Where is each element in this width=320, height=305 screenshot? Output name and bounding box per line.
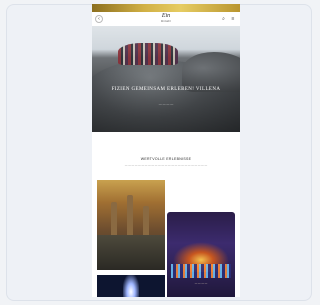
hero-image: FIZIEN GEMEINSAM ERLEBEN! VILLENA — — — … xyxy=(92,26,240,132)
site-logo[interactable]: Ein ROAD xyxy=(152,13,180,25)
menu-icon[interactable]: ≡ xyxy=(229,15,237,23)
section-title: WERTVOLLE ERLEBNISSE xyxy=(140,157,192,161)
hero-shade xyxy=(92,26,240,132)
gallery-photo-spotlight[interactable] xyxy=(97,275,165,297)
logo-subtext: ROAD xyxy=(161,19,171,23)
section-body: — — — — — — — — — — — — — — — — — — — — … xyxy=(124,164,208,167)
gallery-photo-castle[interactable] xyxy=(97,180,165,270)
photo-caption: — — — — xyxy=(194,282,208,285)
stage-spotlight xyxy=(123,275,139,297)
chevron-left-icon[interactable]: ‹ xyxy=(95,15,103,23)
hero-subtitle: — — — — xyxy=(158,102,174,106)
hero-title: FIZIEN GEMEINSAM ERLEBEN! VILLENA xyxy=(111,87,221,92)
castle-ridge xyxy=(97,235,165,270)
web-page: ‹ Ein ROAD ⌕ ≡ FIZIEN GEMEINSAM ERLEBEN!… xyxy=(92,4,240,297)
search-icon[interactable]: ⌕ xyxy=(220,15,227,23)
concert-stage xyxy=(171,264,231,278)
gallery-photo-concert[interactable]: — — — — xyxy=(167,212,235,297)
gold-top-bar xyxy=(92,4,240,12)
